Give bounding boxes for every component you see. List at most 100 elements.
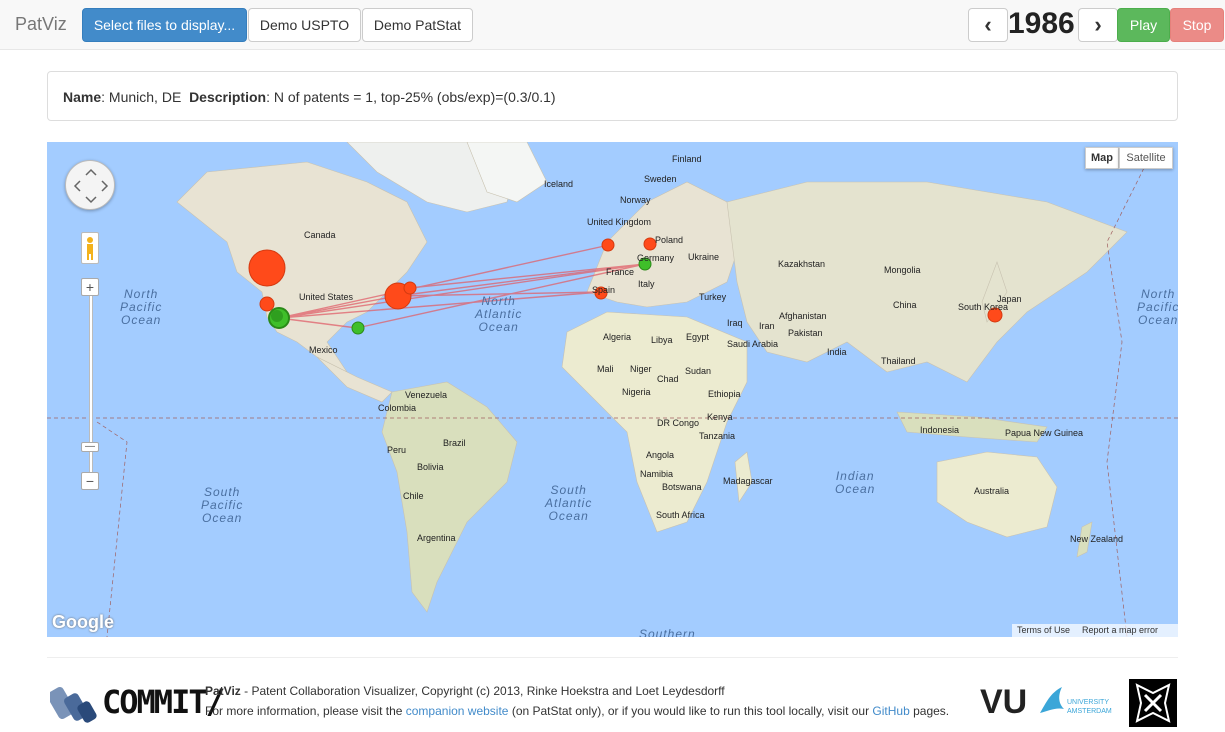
country-label: Germany [637, 253, 675, 263]
next-year-button[interactable]: › [1078, 8, 1118, 42]
country-label: Tanzania [699, 431, 736, 441]
footer-line2a: For more information, please visit the [205, 704, 406, 718]
name-label: Name [63, 89, 102, 105]
country-label: Botswana [662, 482, 702, 492]
country-label: Kenya [707, 412, 733, 422]
map-footer: Terms of Use Report a map error [1012, 624, 1178, 637]
country-label: Egypt [686, 332, 710, 342]
country-label: Chad [657, 374, 679, 384]
footer-line1: - Patent Collaboration Visualizer, Copyr… [240, 684, 725, 698]
country-label: Iran [759, 321, 775, 331]
country-label: Papua New Guinea [1005, 428, 1084, 438]
name-value: : Munich, DE [101, 89, 182, 105]
report-error-link[interactable]: Report a map error [1082, 625, 1158, 636]
zoom-in-button[interactable]: + [81, 278, 99, 296]
github-link[interactable]: GitHub [872, 704, 909, 718]
country-label: Mexico [309, 345, 338, 355]
country-label: Mali [597, 364, 614, 374]
country-label: China [893, 300, 917, 310]
zoom-slider-track[interactable] [89, 287, 93, 482]
country-label: Niger [630, 364, 652, 374]
street-view-pegman-icon[interactable] [81, 232, 99, 264]
description-value: : N of patents = 1, top-25% (obs/exp)=(0… [266, 89, 556, 105]
country-label: Sweden [644, 174, 677, 184]
country-label: South Africa [656, 510, 705, 520]
uva-logo [1129, 679, 1177, 727]
ocean-label: Indian Ocean [835, 469, 876, 496]
country-label: United Kingdom [587, 217, 652, 227]
zoom-out-button[interactable]: − [81, 472, 99, 490]
country-label: Canada [304, 230, 336, 240]
world-map[interactable]: Finland Iceland Sweden Norway United Kingdom… [47, 142, 1178, 637]
vu-griffin-icon [1040, 687, 1064, 713]
country-label: Sudan [685, 366, 712, 376]
ocean-label: North Pacific Ocean [1137, 287, 1178, 327]
footer-text: PatViz - Patent Collaboration Visualizer… [205, 681, 949, 721]
footer-app-name: PatViz [205, 684, 241, 698]
country-label: Indonesia [920, 425, 960, 435]
country-label: Ukraine [688, 252, 720, 262]
ocean-label: North Atlantic Ocean [475, 294, 523, 334]
country-label: Bolivia [417, 462, 444, 472]
country-label: Mongolia [884, 265, 921, 275]
country-label: Nigeria [622, 387, 651, 397]
prev-year-button[interactable]: ‹ [968, 8, 1008, 42]
navbar: PatViz Select files to display... Demo U… [0, 0, 1225, 50]
country-label: Saudi Arabia [727, 339, 779, 349]
year-display: 1986 [1008, 7, 1075, 40]
zoom-slider-handle[interactable]: — [81, 442, 99, 452]
country-label: Venezuela [405, 390, 448, 400]
country-label: Libya [651, 335, 673, 345]
country-label: Colombia [378, 403, 417, 413]
play-button[interactable]: Play [1117, 8, 1170, 42]
country-label: Norway [620, 195, 651, 205]
ocean-label: South Pacific Ocean [201, 485, 244, 525]
country-label: France [606, 267, 635, 277]
terms-link[interactable]: Terms of Use [1017, 625, 1070, 636]
ocean-label: South Atlantic Ocean [545, 483, 593, 523]
pan-control[interactable] [65, 160, 115, 210]
country-label: Argentina [417, 533, 456, 543]
country-label: Chile [403, 491, 424, 501]
country-label: Finland [672, 154, 702, 164]
country-label: Kazakhstan [778, 259, 826, 269]
companion-website-link[interactable]: companion website [406, 704, 509, 718]
country-label: DR Congo [657, 418, 700, 428]
vu-logo-text: VU [980, 683, 1028, 721]
demo-patstat-button[interactable]: Demo PatStat [362, 8, 473, 42]
country-label: Angola [646, 450, 675, 460]
country-label: Afghanistan [779, 311, 827, 321]
footer-line2b: (on PatStat only), or if you would like … [508, 704, 873, 718]
country-label: Poland [655, 235, 684, 245]
country-label: Peru [387, 445, 407, 455]
info-panel: Name: Munich, DE Description: N of paten… [47, 71, 1178, 121]
country-label: Madagascar [723, 476, 773, 486]
vu-subtitle: UNIVERSITY AMSTERDAM [1067, 699, 1112, 715]
select-files-button[interactable]: Select files to display... [82, 8, 247, 42]
country-label: Japan [997, 294, 1022, 304]
country-label: Brazil [443, 438, 466, 448]
pan-arrows-icon [73, 168, 109, 204]
country-label: Turkey [699, 292, 727, 302]
commit-logo-icon [50, 686, 97, 723]
country-label: Pakistan [788, 328, 823, 338]
brand[interactable]: PatViz [15, 14, 67, 35]
footer-line2c: pages. [909, 704, 950, 718]
country-label: Thailand [881, 356, 916, 366]
country-label: United States [299, 292, 354, 302]
stop-button[interactable]: Stop [1170, 8, 1224, 42]
country-label: Iceland [544, 179, 574, 189]
country-label: New Zealand [1070, 534, 1124, 544]
country-label: Ethiopia [708, 389, 741, 399]
description-label: Description [189, 89, 267, 105]
satellite-type-button[interactable]: Satellite [1119, 147, 1173, 169]
ocean-label: Southern [639, 627, 696, 638]
google-logo[interactable]: Google [52, 612, 114, 633]
country-label: Spain [592, 285, 616, 295]
demo-uspto-button[interactable]: Demo USPTO [248, 8, 361, 42]
map-type-button[interactable]: Map [1085, 147, 1119, 169]
ocean-label: North Pacific Ocean [120, 287, 163, 327]
country-label: Italy [638, 279, 655, 289]
country-label: India [827, 347, 847, 357]
country-label: Iraq [727, 318, 743, 328]
